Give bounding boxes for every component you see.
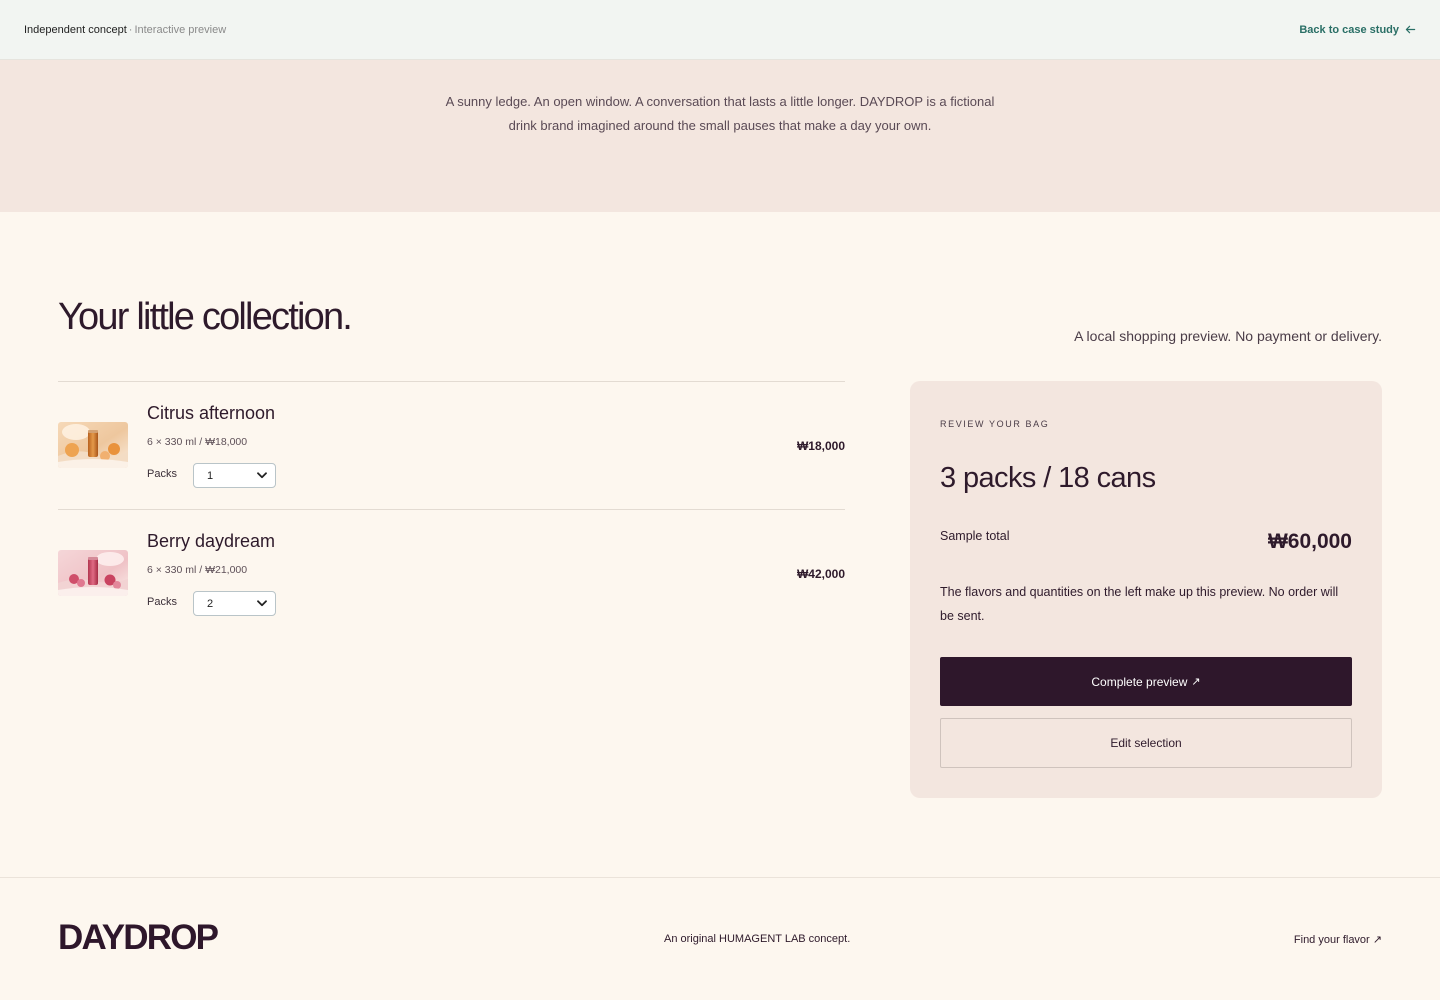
packs-select[interactable]: 1 xyxy=(193,463,276,488)
item-name: Citrus afternoon xyxy=(147,403,276,423)
sample-total-value: ₩60,000 xyxy=(1267,530,1352,553)
intro-band: A sunny ledge. An open window. A convers… xyxy=(0,60,1440,212)
concept-text: Independent concept xyxy=(24,23,127,36)
item-meta: 6 × 330 ml / ₩21,000 xyxy=(147,564,248,576)
summary-eyebrow: REVIEW YOUR BAG xyxy=(940,419,1050,429)
cart-item: Citrus afternoon 6 × 330 ml / ₩18,000 Pa… xyxy=(58,381,845,509)
concept-label: Independent concept · Interactive previe… xyxy=(24,24,226,36)
back-to-case-study-link[interactable]: Back to case study xyxy=(1299,24,1416,36)
preview-mode-text: Interactive preview xyxy=(134,23,227,36)
packs-label: Packs xyxy=(147,468,177,480)
sample-total-label: Sample total xyxy=(940,529,1010,543)
packs-select[interactable]: 2 xyxy=(193,591,276,616)
packs-value: 1 xyxy=(207,469,214,482)
cart-main: Your little collection. A local shopping… xyxy=(0,212,1440,878)
citrus-can-image xyxy=(58,422,128,468)
arrow-left-icon xyxy=(1405,25,1416,34)
pack-count: 3 packs / 18 cans xyxy=(940,462,1156,494)
edit-selection-button[interactable]: Edit selection xyxy=(940,718,1352,768)
complete-preview-label: Complete preview xyxy=(1091,674,1188,689)
arrow-up-right-icon: ↗ xyxy=(1372,934,1382,946)
summary-description: The flavors and quantities on the left m… xyxy=(940,585,1339,623)
top-bar: Independent concept · Interactive previe… xyxy=(0,0,1440,60)
separator-dot: · xyxy=(128,23,133,36)
intro-text: A sunny ledge. An open window. A convers… xyxy=(445,94,995,133)
back-link-label: Back to case study xyxy=(1299,23,1399,36)
find-flavor-label: Find your flavor xyxy=(1293,934,1370,946)
cart-item: Berry daydream 6 × 330 ml / ₩21,000 Pack… xyxy=(58,509,845,637)
find-your-flavor-link[interactable]: Find your flavor ↗ xyxy=(1294,933,1382,946)
footer-credit: An original HUMAGENT LAB concept. xyxy=(664,933,851,945)
arrow-up-right-icon: ↗ xyxy=(1191,676,1201,688)
packs-label: Packs xyxy=(147,596,177,608)
chevron-down-icon xyxy=(257,600,267,607)
page-title: Your little collection. xyxy=(58,296,353,338)
brand-logo: DAYDROP xyxy=(58,918,219,957)
berry-can-image xyxy=(58,550,128,596)
edit-selection-label: Edit selection xyxy=(1110,736,1182,750)
bag-summary-card: REVIEW YOUR BAG 3 packs / 18 cans Sample… xyxy=(910,381,1382,798)
complete-preview-button[interactable]: Complete preview ↗ xyxy=(940,657,1352,706)
chevron-down-icon xyxy=(257,472,267,479)
item-meta: 6 × 330 ml / ₩18,000 xyxy=(147,436,248,448)
cart-item-list: Citrus afternoon 6 × 330 ml / ₩18,000 Pa… xyxy=(58,381,845,637)
item-price: ₩18,000 xyxy=(796,439,845,453)
packs-value: 2 xyxy=(207,597,214,610)
preview-note: A local shopping preview. No payment or … xyxy=(1074,328,1382,344)
item-name: Berry daydream xyxy=(147,531,276,551)
item-price: ₩42,000 xyxy=(796,567,845,581)
footer: DAYDROP An original HUMAGENT LAB concept… xyxy=(0,878,1440,999)
